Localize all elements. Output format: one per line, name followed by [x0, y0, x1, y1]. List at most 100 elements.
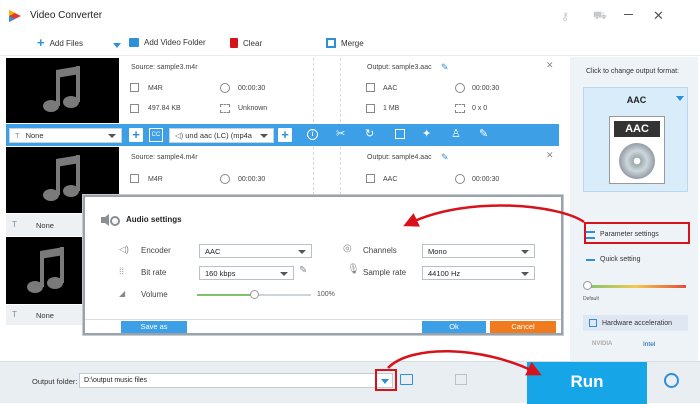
sample-rate-label: Sample rate — [363, 268, 407, 277]
nvidia-badge[interactable]: NVIDIA — [592, 341, 612, 347]
save-as-button[interactable]: Save as — [121, 321, 187, 333]
source-filename: Source: sample3.m4r — [131, 64, 198, 71]
cc-icon[interactable]: CC — [149, 128, 163, 142]
merge-files-icon[interactable] — [455, 374, 467, 385]
encoder-select[interactable]: AAC — [199, 244, 312, 258]
output-folder-input[interactable]: D:\output music files — [79, 373, 393, 388]
quality-slider-track[interactable] — [586, 285, 686, 288]
output-format: AAC — [383, 176, 398, 183]
scissors-icon[interactable]: ✂ — [336, 127, 345, 140]
add-video-folder-button[interactable]: Add Video Folder — [129, 38, 206, 47]
close-button[interactable]: ✕ — [653, 8, 664, 24]
ok-button[interactable]: Ok — [422, 321, 486, 333]
app-logo-icon — [8, 9, 22, 23]
file-thumbnail[interactable] — [6, 58, 119, 123]
key-icon[interactable]: ⚷ — [561, 10, 569, 23]
channels-value: Mono — [428, 246, 447, 256]
remove-file-icon[interactable]: ✕ — [546, 150, 554, 161]
divider — [313, 58, 314, 122]
audio-track-value: und aac (LC) (mp4a — [185, 131, 252, 140]
minimize-button[interactable] — [624, 14, 633, 15]
title-bar: Video Converter ⚷ ⛟ ✕ — [0, 0, 700, 32]
dialog-title: Audio settings — [126, 215, 182, 224]
music-note-icon — [27, 247, 64, 293]
bitrate-select[interactable]: 160 kbps — [199, 266, 294, 280]
volume-slider-fill — [197, 294, 254, 296]
rotate-icon[interactable]: ↻ — [365, 127, 374, 140]
toolbar: + Add Files Add Video Folder Clear Merge — [0, 32, 700, 56]
subtitle-select-partial[interactable]: T None — [6, 214, 83, 236]
audio-settings-dialog: Audio settings ◁) Encoder AAC ◎ Channels… — [83, 195, 563, 335]
encoder-value: AAC — [205, 246, 221, 256]
edit-pen-icon[interactable]: ✎ — [299, 265, 307, 276]
hardware-acceleration-button[interactable]: Hardware acceleration — [583, 315, 688, 331]
add-files-dropdown-icon[interactable] — [113, 43, 121, 48]
clear-button[interactable]: Clear — [230, 38, 262, 48]
plus-icon: + — [37, 35, 45, 50]
quick-setting-toggle[interactable]: Quick setting — [586, 256, 640, 263]
cancel-button[interactable]: Cancel — [490, 321, 556, 333]
info-icon[interactable]: i — [307, 129, 318, 140]
subtitle-select-partial[interactable]: T None — [6, 305, 83, 325]
subtitle-select[interactable]: T None — [9, 128, 122, 143]
run-button[interactable]: Run — [527, 362, 647, 404]
source-duration: 00:00:30 — [238, 85, 266, 92]
volume-value: 100% — [317, 291, 335, 298]
folder-icon — [129, 38, 139, 47]
merge-button[interactable]: Merge — [326, 38, 364, 48]
trash-icon — [230, 38, 238, 48]
channels-select[interactable]: Mono — [422, 244, 535, 258]
format-tile[interactable]: AAC AAC — [583, 87, 688, 192]
add-files-button[interactable]: + Add Files — [37, 35, 83, 50]
sample-rate-select[interactable]: 44100 Hz — [422, 266, 535, 280]
divider — [340, 147, 341, 195]
output-duration: 00:00:30 — [472, 85, 500, 92]
intel-badge[interactable]: Intel — [643, 341, 655, 348]
sample-rate-value: 44100 Hz — [428, 268, 461, 278]
output-duration: 00:00:30 — [472, 176, 500, 183]
cart-icon[interactable]: ⛟ — [593, 10, 607, 24]
format-icon — [130, 83, 139, 92]
open-folder-icon[interactable] — [400, 374, 413, 385]
filesize-icon — [366, 104, 375, 113]
format-icon — [366, 174, 375, 183]
edit-pen-icon[interactable]: ✎ — [441, 152, 449, 163]
dialog-divider — [85, 319, 561, 320]
chevron-down-icon — [108, 134, 116, 138]
aac-file-icon: AAC — [609, 116, 665, 184]
resolution-icon — [455, 104, 465, 113]
watermark-icon[interactable]: ♙ — [451, 127, 461, 140]
effects-wand-icon[interactable]: ✦ — [422, 127, 431, 140]
edit-pen-icon[interactable]: ✎ — [441, 62, 449, 73]
merge-icon — [326, 38, 336, 48]
quality-slider-thumb[interactable] — [583, 281, 592, 290]
format-icon — [366, 83, 375, 92]
file-thumbnail[interactable] — [6, 237, 83, 304]
chevron-down-icon — [260, 134, 268, 138]
clock-icon — [220, 174, 230, 184]
format-badge: AAC — [614, 121, 660, 137]
subtitle-value: None — [25, 131, 44, 140]
output-filename: Output: sample4.aac — [367, 154, 432, 161]
add-audio-button[interactable]: + — [278, 128, 292, 142]
volume-label: Volume — [141, 290, 168, 299]
output-filename: Output: sample3.aac — [367, 64, 432, 71]
format-icon — [130, 174, 139, 183]
audio-track-select[interactable]: ◁) und aac (LC) (mp4a — [169, 128, 274, 143]
volume-slider-thumb[interactable] — [250, 290, 259, 299]
crop-icon[interactable] — [395, 129, 405, 139]
divider — [313, 147, 314, 195]
edit-subtitle-icon[interactable]: ✎ — [479, 127, 488, 140]
subtitle-value: None — [36, 311, 54, 320]
quick-setting-label: Quick setting — [600, 256, 641, 263]
remove-file-icon[interactable]: ✕ — [546, 60, 554, 71]
add-subtitle-button[interactable]: + — [129, 128, 143, 142]
clear-label: Clear — [243, 38, 263, 48]
highlight-box — [375, 369, 397, 391]
alarm-clock-icon[interactable] — [664, 373, 679, 388]
quick-setting-icon — [586, 258, 595, 261]
source-format: M4R — [148, 176, 163, 183]
clock-icon — [455, 174, 465, 184]
divider — [340, 58, 341, 122]
subtitle-icon: T — [15, 131, 20, 140]
